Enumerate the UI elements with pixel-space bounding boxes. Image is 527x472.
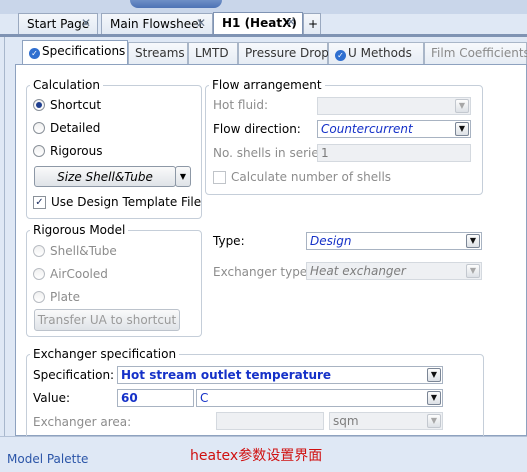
doc-tab-h1-heatx[interactable]: H1 (HeatX) ✕ [213,12,303,35]
size-dropdown-arrow[interactable]: ▼ [175,166,191,187]
tab-label: Streams [135,46,185,60]
value-label: Value: [33,391,70,405]
exchanger-area-label: Exchanger area: [33,415,132,429]
rigorous-radio[interactable] [33,145,45,157]
caption-text: heatex参数设置界面 [190,448,323,464]
exchanger-type-value: Heat exchanger [310,264,406,278]
hot-fluid-label: Hot fluid: [213,98,269,112]
shells-field[interactable]: 1 [317,144,471,162]
tab-label: U Methods [348,46,412,60]
check-circle-icon: ✓ [335,50,346,61]
value-input[interactable]: 60 [117,389,194,407]
shell-tube-radio[interactable] [33,245,45,257]
chevron-down-icon: ▼ [427,368,441,382]
tab-film-coefficients[interactable]: Film Coefficients [424,42,527,64]
specification-value: Hot stream outlet temperature [121,368,332,382]
shortcut-label: Shortcut [50,98,102,112]
area-unit-text: sqm [333,414,359,428]
specification-label: Specification: [33,368,115,382]
tab-lmtd[interactable]: LMTD [188,42,238,64]
calc-shells-label: Calculate number of shells [231,170,392,184]
shell-tube-label: Shell&Tube [50,244,117,258]
plate-label: Plate [50,290,81,304]
chevron-down-icon: ▼ [466,234,480,248]
flow-arrangement-title: Flow arrangement [209,78,325,92]
detailed-label: Detailed [50,121,101,135]
doc-tab-label: Start Page [27,17,90,31]
detailed-radio[interactable] [33,122,45,134]
hot-fluid-select[interactable]: ▼ [317,97,471,115]
tab-label: Pressure Drop [245,46,329,60]
rigorous-model-title: Rigorous Model [30,223,129,237]
doc-tab-start-page[interactable]: Start Page ✕ [18,13,98,34]
tab-label: Specifications [42,44,126,58]
shortcut-radio[interactable] [33,99,45,111]
type-value: Design [310,234,352,248]
exchanger-type-label: Exchanger type: [213,265,312,279]
flow-direction-select[interactable]: Countercurrent ▼ [317,120,471,138]
chevron-down-icon: ▼ [455,99,469,113]
plus-icon: + [308,17,319,31]
tab-pressure-drop[interactable]: Pressure Drop [238,42,329,64]
chevron-down-icon: ▼ [455,122,469,136]
transfer-ua-button[interactable]: Transfer UA to shortcut [34,309,180,331]
close-icon[interactable]: ✕ [286,15,296,29]
flow-direction-label: Flow direction: [213,122,301,136]
close-icon[interactable]: ✕ [81,16,91,30]
tab-label: Film Coefficients [431,46,527,60]
tab-specifications[interactable]: ✓ Specifications [22,40,128,65]
design-template-label: Use Design Template File [51,195,202,209]
type-label: Type: [213,234,245,248]
size-shell-tube-button[interactable]: Size Shell&Tube [34,166,176,187]
flow-direction-value: Countercurrent [321,122,413,136]
tab-streams[interactable]: Streams [128,42,188,64]
check-circle-icon: ✓ [29,48,40,59]
doc-tab-main-flowsheet[interactable]: Main Flowsheet ✕ [101,13,213,34]
tab-label: LMTD [195,46,229,60]
chevron-down-icon: ▼ [427,414,441,428]
chevron-down-icon: ▼ [427,391,441,405]
area-unit-select[interactable]: sqm ▼ [329,412,443,430]
value-unit-select[interactable]: C ▼ [196,389,443,407]
exchanger-spec-title: Exchanger specification [30,347,180,361]
calc-shells-checkbox[interactable] [213,171,226,184]
value-text: 60 [121,391,138,405]
type-select[interactable]: Design ▼ [306,232,482,250]
rigorous-label: Rigorous [50,144,103,158]
design-template-checkbox[interactable]: ✓ [33,196,46,209]
specification-select[interactable]: Hot stream outlet temperature ▼ [117,366,443,384]
app-button-decoration [130,0,222,8]
doc-tab-label: Main Flowsheet [110,17,204,31]
exchanger-area-field[interactable] [216,412,324,430]
plate-radio[interactable] [33,291,45,303]
model-palette-tab[interactable]: Model Palette [7,452,88,466]
exchanger-type-select[interactable]: Heat exchanger ▼ [306,262,482,280]
aircooled-radio[interactable] [33,268,45,280]
new-tab-button[interactable]: + [303,13,321,34]
value-unit-text: C [200,391,209,405]
close-icon[interactable]: ✕ [196,16,206,30]
calculation-title: Calculation [30,78,103,92]
chevron-down-icon: ▼ [466,264,480,278]
shells-label: No. shells in series: [213,146,330,160]
aircooled-label: AirCooled [50,267,108,281]
tab-u-methods[interactable]: ✓ U Methods [328,42,424,64]
